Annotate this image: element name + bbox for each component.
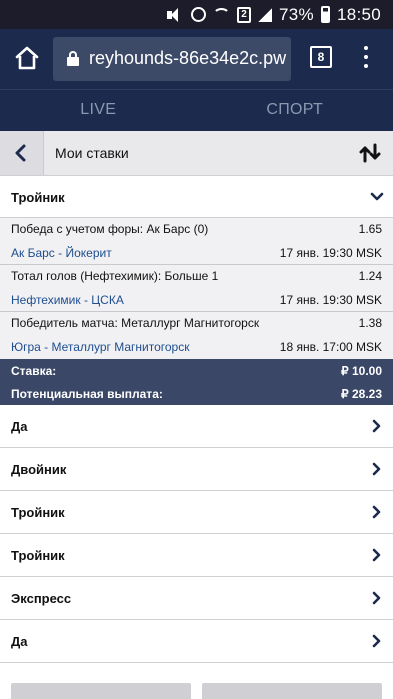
bet-selections: Победа с учетом форы: Ак Барс (0) 1.65 А… bbox=[0, 218, 393, 359]
selection-time: 17 янв. 19:30 MSK bbox=[279, 293, 382, 307]
refresh-button[interactable] bbox=[356, 139, 384, 167]
url-text: reyhounds-86e34e2c.pw bbox=[89, 48, 287, 68]
bet-list-item[interactable]: Экспресс bbox=[0, 577, 393, 620]
tab-switcher-button[interactable]: 8 bbox=[310, 46, 332, 68]
expanded-bet-header[interactable]: Тройник bbox=[0, 176, 393, 218]
home-icon bbox=[15, 46, 39, 70]
chevron-right-icon bbox=[372, 634, 381, 648]
bet-list-item[interactable]: Тройник bbox=[0, 491, 393, 534]
stake-label: Ставка: bbox=[11, 364, 57, 378]
chevron-right-icon bbox=[372, 548, 381, 562]
sim-icon: 2 bbox=[237, 6, 252, 23]
selection-row: Тотал голов (Нефтехимик): Больше 1 1.24 … bbox=[0, 265, 393, 312]
my-bets-header: Мои ставки bbox=[0, 131, 393, 176]
chevron-right-icon bbox=[372, 419, 381, 433]
signal-icon bbox=[258, 7, 273, 22]
chevron-right-icon bbox=[372, 462, 381, 476]
bet-list-item[interactable]: Тройник bbox=[0, 534, 393, 577]
payout-value: ₽ 28.23 bbox=[341, 387, 382, 401]
selection-odds: 1.38 bbox=[358, 316, 382, 330]
selection-event-link[interactable]: Нефтехимик - ЦСКА bbox=[11, 293, 124, 307]
bet-list-item[interactable]: Да bbox=[0, 620, 393, 663]
bet-list-item[interactable]: Да bbox=[0, 405, 393, 448]
bet-type-label: Да bbox=[11, 634, 28, 649]
bet-type-label: Тройник bbox=[11, 548, 65, 563]
selection-row: Победа с учетом форы: Ак Барс (0) 1.65 А… bbox=[0, 218, 393, 265]
selection-odds: 1.65 bbox=[358, 222, 382, 236]
payout-label: Потенциальная выплата: bbox=[11, 387, 163, 401]
browser-toolbar: reyhounds-86e34e2c.pw 8 bbox=[0, 29, 393, 89]
chevron-right-icon bbox=[372, 591, 381, 605]
selection-time: 17 янв. 19:30 MSK bbox=[279, 246, 382, 260]
back-button[interactable] bbox=[0, 131, 44, 175]
selection-time: 18 янв. 17:00 MSK bbox=[279, 340, 382, 354]
address-bar[interactable]: reyhounds-86e34e2c.pw bbox=[53, 37, 291, 81]
status-bar: 2 73% 18:50 bbox=[0, 0, 393, 29]
selection-market: Победа с учетом форы: Ак Барс (0) bbox=[11, 222, 209, 236]
home-button[interactable] bbox=[14, 45, 40, 71]
wifi-icon bbox=[213, 7, 231, 22]
stake-value: ₽ 10.00 bbox=[341, 364, 382, 378]
selection-event-link[interactable]: Югра - Металлург Магнитогорск bbox=[11, 340, 189, 354]
bottom-right-button[interactable] bbox=[202, 683, 382, 699]
sport-nav-tabs: LIVE СПОРТ bbox=[0, 89, 393, 131]
battery-icon bbox=[320, 6, 330, 23]
browser-menu-button[interactable] bbox=[362, 46, 370, 70]
chevron-left-icon bbox=[15, 144, 26, 162]
bet-type-label: Да bbox=[11, 419, 28, 434]
selection-event-link[interactable]: Ак Барс - Йокерит bbox=[11, 246, 112, 260]
tab-live[interactable]: LIVE bbox=[0, 90, 197, 131]
refresh-icon bbox=[359, 143, 381, 163]
bet-type-label: Тройник bbox=[11, 505, 65, 520]
more-vert-icon bbox=[364, 46, 368, 50]
bottom-left-button[interactable] bbox=[11, 683, 191, 699]
selection-market: Победитель матча: Металлург Магнитогорск bbox=[11, 316, 260, 330]
tab-sport[interactable]: СПОРТ bbox=[197, 90, 393, 131]
lock-icon bbox=[67, 51, 79, 66]
selection-row: Победитель матча: Металлург Магнитогорск… bbox=[0, 312, 393, 359]
bet-type-label: Экспресс bbox=[11, 591, 72, 606]
page-title: Мои ставки bbox=[55, 145, 129, 161]
alarm-icon bbox=[191, 7, 207, 22]
mute-icon bbox=[166, 7, 184, 22]
bet-list-item[interactable]: Двойник bbox=[0, 448, 393, 491]
chevron-down-icon bbox=[370, 192, 384, 201]
bet-type-label: Двойник bbox=[11, 462, 67, 477]
selection-market: Тотал голов (Нефтехимик): Больше 1 bbox=[11, 269, 219, 283]
chevron-right-icon bbox=[372, 505, 381, 519]
clock: 18:50 bbox=[336, 4, 381, 24]
battery-percent: 73% bbox=[279, 4, 314, 24]
bet-summary: Ставка: ₽ 10.00 Потенциальная выплата: ₽… bbox=[0, 359, 393, 405]
bet-type-label: Тройник bbox=[11, 190, 65, 205]
selection-odds: 1.24 bbox=[358, 269, 382, 283]
